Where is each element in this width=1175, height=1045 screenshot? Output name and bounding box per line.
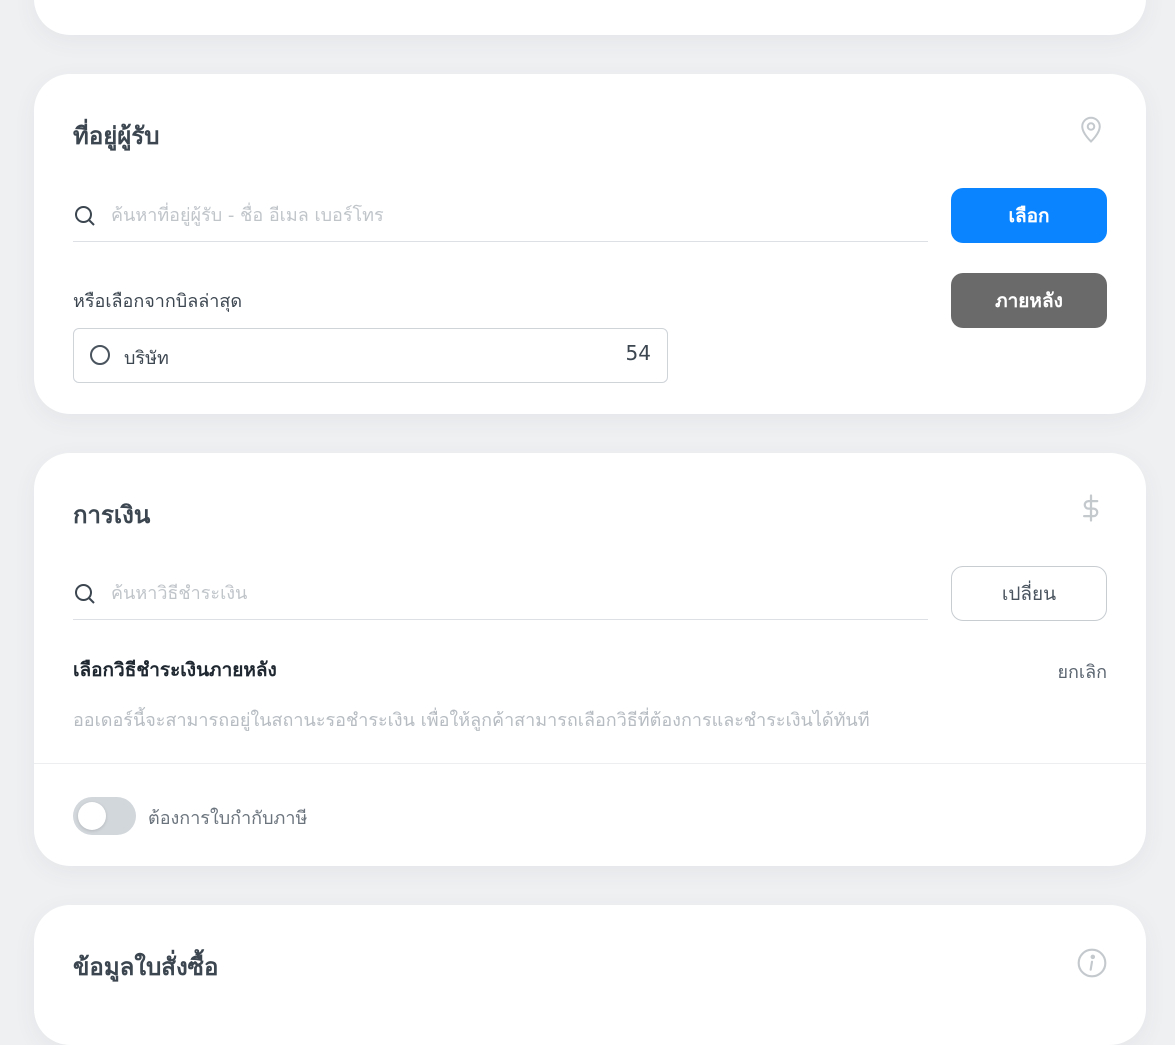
previous-section-card xyxy=(34,0,1146,35)
divider xyxy=(34,763,1146,764)
dollar-icon xyxy=(1076,493,1106,523)
radio-button[interactable] xyxy=(90,345,110,365)
finance-section-title: การเงิน xyxy=(73,501,151,529)
select-address-button[interactable]: เลือก xyxy=(951,188,1107,243)
address-search-field xyxy=(73,188,928,242)
tax-invoice-label: ต้องการใบกำกับภาษี xyxy=(148,808,308,829)
recipient-address-card: ที่อยู่ผู้รับ เลือก ภายหลัง หรือเลือกจาก… xyxy=(34,74,1146,414)
search-icon xyxy=(73,204,97,228)
address-search-input[interactable] xyxy=(111,198,911,232)
recent-bill-suffix: 54 xyxy=(625,341,651,365)
order-section-title: ข้อมูลใบสั่งซื้อ xyxy=(73,953,219,981)
info-icon xyxy=(1076,947,1107,978)
change-payment-button[interactable]: เปลี่ยน xyxy=(951,566,1107,621)
search-icon xyxy=(73,582,97,606)
later-button[interactable]: ภายหลัง xyxy=(951,273,1107,328)
recent-bill-company: บริษัท xyxy=(124,348,169,369)
address-section-title: ที่อยู่ผู้รับ xyxy=(73,122,160,150)
map-pin-icon xyxy=(1076,114,1106,144)
order-info-card: ข้อมูลใบสั่งซื้อ xyxy=(34,905,1146,1045)
redacted-text xyxy=(178,341,628,373)
cancel-link[interactable]: ยกเลิก xyxy=(1057,657,1107,686)
pay-later-title: เลือกวิธีชำระเงินภายหลัง xyxy=(73,659,277,681)
tax-invoice-toggle[interactable] xyxy=(73,797,136,835)
payment-search-input[interactable] xyxy=(111,576,911,610)
recent-bill-label: หรือเลือกจากบิลล่าสุด xyxy=(73,291,243,312)
recent-bill-option[interactable]: บริษัท 54 xyxy=(73,328,668,383)
finance-card: การเงิน เปลี่ยน เลือกวิธีชำระเงินภายหลัง… xyxy=(34,453,1146,866)
toggle-knob xyxy=(78,802,106,830)
payment-search-field xyxy=(73,566,928,620)
pay-later-description: ออเดอร์นี้จะสามารถอยู่ในสถานะรอชำระเงิน … xyxy=(73,710,870,731)
